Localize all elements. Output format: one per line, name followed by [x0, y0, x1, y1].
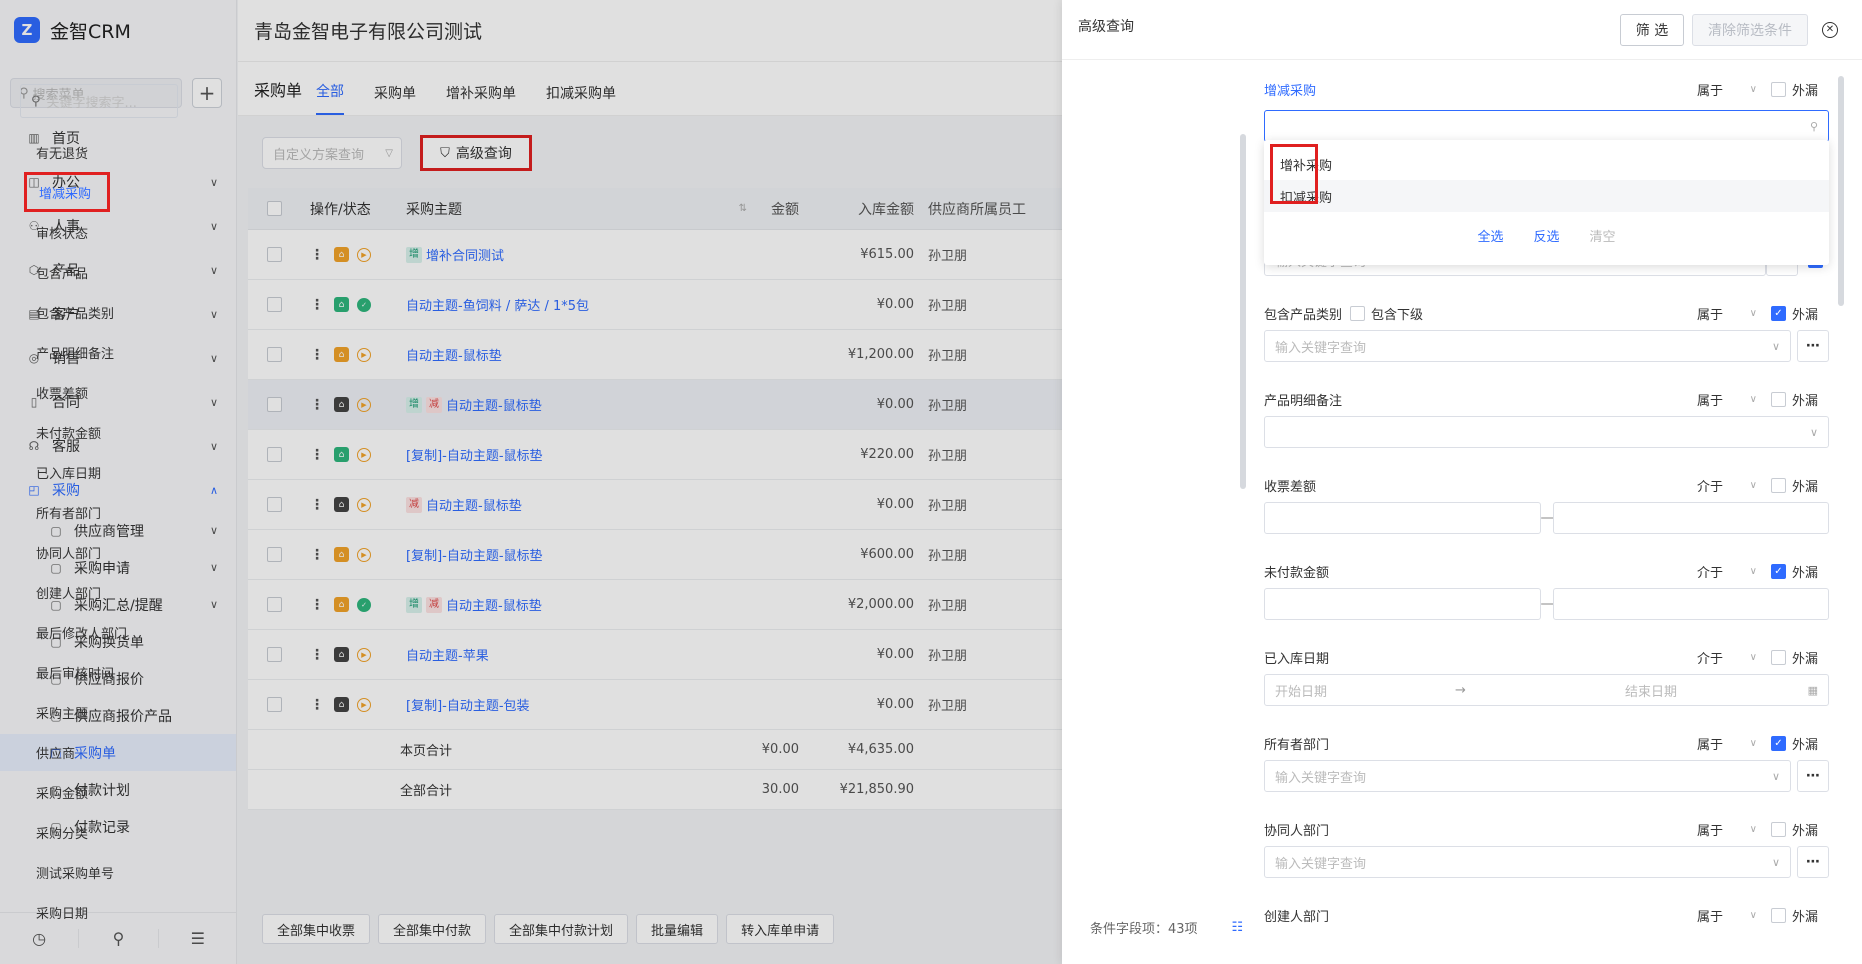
invert-link[interactable]: 反选 — [1533, 226, 1559, 245]
conditions-scrollbar[interactable] — [1838, 76, 1844, 306]
field-item[interactable]: 已入库日期 — [20, 452, 180, 492]
field-item[interactable]: 采购主题 — [20, 692, 180, 732]
field-item[interactable]: 未付款金额 — [20, 412, 180, 452]
range-min-input[interactable] — [1264, 588, 1541, 620]
more-button[interactable]: ⋯ — [1797, 846, 1829, 878]
group-label: 增减采购 — [1264, 83, 1317, 99]
operator-select[interactable]: 属于 ∨ — [1697, 734, 1771, 753]
option-deduct[interactable]: 扣减采购 — [1264, 180, 1829, 212]
operator-select[interactable]: 属于 ∨ — [1697, 820, 1771, 839]
field-item[interactable]: 收票差额 — [20, 372, 180, 412]
calendar-icon: ▦ — [1807, 683, 1818, 697]
group-creator-dept: 创建人部门 属于 ∨ 外漏 — [1264, 898, 1829, 932]
drawer-header: 高级查询 筛 选 清除筛选条件 ✕ — [1062, 0, 1862, 60]
clear-link[interactable]: 清空 — [1590, 226, 1616, 245]
field-list-panel: ⚲ 关键字搜索字... 有无退货 增减采购 审核状态 包含产品 包含产品类别 产品明细备注… — [20, 84, 180, 964]
operator-select[interactable]: 介于 ∨ — [1697, 476, 1771, 495]
search-icon: ⚲ — [1809, 119, 1818, 133]
operator-select[interactable]: 属于 ∨ — [1697, 80, 1771, 99]
group-label: 所有者部门 — [1264, 737, 1330, 753]
include-sub-label: 包含下级 — [1371, 307, 1424, 323]
field-count-footer: 条件字段项：43项 ☷ — [1090, 918, 1243, 937]
dropdown-actions: 全选 反选 清空 — [1264, 226, 1829, 245]
group-stock-date: 已入库日期 介于 ∨ 外漏 开始日期 → 结束日期 ▦ — [1264, 640, 1829, 706]
group-label: 已入库日期 — [1264, 651, 1330, 667]
field-item[interactable]: 产品明细备注 — [20, 332, 180, 372]
outer-toggle[interactable]: 外漏 — [1771, 820, 1829, 839]
increase-decrease-select[interactable]: ⚲ — [1264, 110, 1829, 142]
group-owner-dept: 所有者部门 属于 ∨ ✓ 外漏 输入关键字查询 ∨ ⋯ — [1264, 726, 1829, 792]
field-item[interactable]: 增减采购 — [24, 172, 110, 212]
field-item[interactable]: 有无退货 — [20, 132, 180, 172]
group-label: 产品明细备注 — [1264, 393, 1343, 409]
field-item[interactable]: 采购分类 — [20, 812, 180, 852]
group-label: 收票差额 — [1264, 479, 1317, 495]
owner-dept-input[interactable]: 输入关键字查询 ∨ — [1264, 760, 1791, 792]
field-item[interactable]: 包含产品类别 — [20, 292, 180, 332]
increase-decrease-dropdown: 增补采购 扣减采购 全选 反选 清空 — [1264, 140, 1829, 265]
collab-dept-input[interactable]: 输入关键字查询 ∨ — [1264, 846, 1791, 878]
more-button[interactable]: ⋯ — [1797, 760, 1829, 792]
field-item[interactable]: 采购日期 — [20, 892, 180, 932]
outer-toggle[interactable]: ✓ 外漏 — [1771, 734, 1829, 753]
field-item[interactable]: 采购金额 — [20, 772, 180, 812]
select-all-link[interactable]: 全选 — [1477, 226, 1503, 245]
field-count: 条件字段项：43项 — [1090, 922, 1198, 937]
include-sub-checkbox[interactable] — [1350, 305, 1366, 321]
outer-toggle[interactable]: 外漏 — [1771, 906, 1829, 925]
option-supplement[interactable]: 增补采购 — [1264, 148, 1829, 180]
field-search-placeholder: 关键字搜索字... — [46, 95, 137, 111]
field-item[interactable]: 包含产品 — [20, 252, 180, 292]
group-increase-decrease: 增减采购 属于 ∨ 外漏 ⚲ — [1264, 68, 1829, 142]
outer-toggle[interactable]: ✓ 外漏 — [1771, 304, 1829, 323]
remark-select[interactable]: ∨ — [1264, 416, 1829, 448]
group-detail-remark: 产品明细备注 属于 ∨ 外漏 ∨ — [1264, 382, 1829, 448]
field-item[interactable]: 创建人部门 — [20, 572, 180, 612]
group-label: 未付款金额 — [1264, 565, 1330, 581]
operator-select[interactable]: 介于 ∨ — [1697, 648, 1771, 667]
search-icon: ⚲ — [31, 93, 41, 109]
operator-select[interactable]: 介于 ∨ — [1697, 562, 1771, 581]
group-product-category: 包含产品类别 包含下级 属于 ∨ ✓ 外漏 输入关键字查询 ∨ ⋯ — [1264, 296, 1829, 362]
category-input[interactable]: 输入关键字查询 ∨ — [1264, 330, 1791, 362]
operator-select[interactable]: 属于 ∨ — [1697, 906, 1771, 925]
group-unpaid: 未付款金额 介于 ∨ ✓ 外漏 — — [1264, 554, 1829, 620]
field-item[interactable]: 测试采购单号 — [20, 852, 180, 892]
operator-select[interactable]: 属于 ∨ — [1697, 304, 1771, 323]
field-list: 有无退货 增减采购 审核状态 包含产品 包含产品类别 产品明细备注 收票差额 未付款金额 已入库… — [20, 132, 180, 932]
field-item[interactable]: 最后修改人部门 — [20, 612, 180, 652]
group-collab-dept: 协同人部门 属于 ∨ 外漏 输入关键字查询 ∨ ⋯ — [1264, 812, 1829, 878]
range-max-input[interactable] — [1552, 502, 1829, 534]
field-list-scrollbar[interactable] — [1240, 134, 1246, 489]
field-settings-icon[interactable]: ☷ — [1232, 920, 1244, 935]
outer-checkbox — [1771, 81, 1786, 97]
clear-filter-button[interactable]: 清除筛选条件 — [1692, 13, 1808, 46]
field-item[interactable]: 协同人部门 — [20, 532, 180, 572]
more-button[interactable]: ⋯ — [1797, 330, 1829, 362]
group-label: 协同人部门 — [1264, 823, 1330, 839]
group-label: 包含产品类别 — [1264, 307, 1343, 323]
field-item[interactable]: 所有者部门 — [20, 492, 180, 532]
highlight-box — [1270, 144, 1318, 204]
outer-toggle[interactable]: 外漏 — [1771, 390, 1829, 409]
outer-toggle[interactable]: 外漏 — [1771, 80, 1829, 99]
field-item[interactable]: 最后审核时间 — [20, 652, 180, 692]
outer-toggle[interactable]: 外漏 — [1771, 476, 1829, 495]
field-item[interactable]: 供应商 — [20, 732, 180, 772]
operator-select[interactable]: 属于 ∨ — [1697, 390, 1771, 409]
field-item[interactable]: 审核状态 — [20, 212, 180, 252]
close-icon[interactable]: ✕ — [1822, 21, 1838, 38]
outer-toggle[interactable]: ✓ 外漏 — [1771, 562, 1829, 581]
range-max-input[interactable] — [1552, 588, 1829, 620]
date-range-picker[interactable]: 开始日期 → 结束日期 ▦ — [1264, 674, 1829, 706]
range-min-input[interactable] — [1264, 502, 1541, 534]
field-search-input[interactable]: ⚲ 关键字搜索字... — [20, 84, 178, 118]
drawer-title: 高级查询 — [1078, 18, 1134, 35]
filter-button[interactable]: 筛 选 — [1620, 13, 1684, 46]
group-label: 创建人部门 — [1264, 909, 1330, 925]
group-invoice-diff: 收票差额 介于 ∨ 外漏 — — [1264, 468, 1829, 534]
outer-toggle[interactable]: 外漏 — [1771, 648, 1829, 667]
